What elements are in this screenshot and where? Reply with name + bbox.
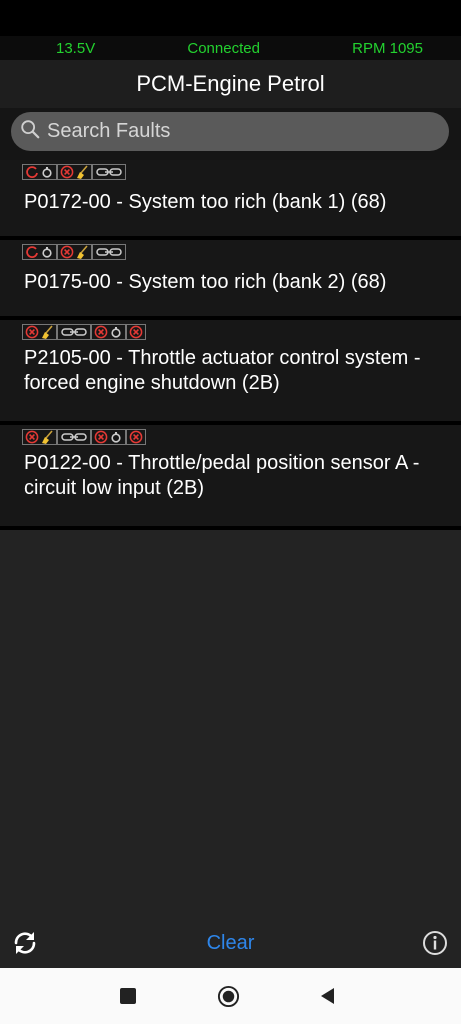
fault-item[interactable]: P2105-00 - Throttle actuator control sys…: [0, 320, 461, 425]
fault-item[interactable]: P0175-00 - System too rich (bank 2) (68): [0, 240, 461, 320]
status-icon-group: [22, 324, 57, 340]
status-icon-group: [57, 324, 91, 340]
sensor-circle-icon: [109, 430, 123, 444]
search-box[interactable]: [11, 112, 449, 151]
search-input[interactable]: [45, 119, 429, 144]
fault-status-icons: [22, 324, 146, 340]
refresh-icon: [25, 165, 39, 179]
search-bar: [0, 108, 461, 160]
chain-link-icon: [95, 245, 123, 259]
fault-status-icons: [22, 164, 126, 180]
voltage-readout: 13.5V: [56, 39, 96, 57]
error-x-icon: [94, 430, 108, 444]
fault-text: P0175-00 - System too rich (bank 2) (68): [24, 271, 387, 293]
rpm-readout: RPM 1095: [352, 39, 423, 57]
home-icon[interactable]: [217, 985, 240, 1008]
error-x-icon: [94, 325, 108, 339]
error-x-icon: [25, 325, 39, 339]
error-x-icon: [129, 430, 143, 444]
fault-text: P0172-00 - System too rich (bank 1) (68): [24, 191, 387, 213]
status-icon-group: [22, 244, 57, 260]
status-icon-group: [22, 164, 57, 180]
search-icon: [19, 118, 41, 145]
fault-status-icons: [22, 244, 126, 260]
chain-link-icon: [60, 430, 88, 444]
system-nav-bar: [0, 968, 461, 1024]
status-icon-group: [92, 164, 126, 180]
broom-icon: [40, 430, 54, 444]
fault-text: P0122-00 - Throttle/pedal position senso…: [24, 452, 420, 499]
status-icon-group: [22, 429, 57, 445]
fault-status-icons: [22, 429, 146, 445]
status-icon-group: [57, 429, 91, 445]
status-bar: 13.5V Connected RPM 1095: [0, 36, 461, 60]
error-x-icon: [25, 430, 39, 444]
error-x-icon: [129, 325, 143, 339]
connection-status: Connected: [187, 39, 260, 57]
status-icon-group: [126, 324, 146, 340]
back-icon[interactable]: [318, 986, 338, 1006]
page-title: PCM-Engine Petrol: [0, 60, 461, 108]
status-icon-group: [57, 244, 92, 260]
broom-icon: [40, 325, 54, 339]
chain-link-icon: [95, 165, 123, 179]
refresh-icon: [25, 245, 39, 259]
sensor-circle-icon: [40, 245, 54, 259]
bottom-toolbar: Clear: [0, 918, 461, 968]
square-icon[interactable]: [120, 988, 136, 1004]
status-icon-group: [126, 429, 146, 445]
status-icon-group: [92, 244, 126, 260]
fault-item[interactable]: P0122-00 - Throttle/pedal position senso…: [0, 425, 461, 530]
status-icon-group: [91, 429, 126, 445]
page-title-text: PCM-Engine Petrol: [136, 71, 325, 96]
chain-link-icon: [60, 325, 88, 339]
error-x-icon: [60, 165, 74, 179]
broom-icon: [75, 245, 89, 259]
error-x-icon: [60, 245, 74, 259]
info-icon[interactable]: [422, 930, 448, 956]
clear-button[interactable]: Clear: [0, 932, 461, 955]
fault-item[interactable]: P0172-00 - System too rich (bank 1) (68): [0, 160, 461, 240]
sensor-circle-icon: [109, 325, 123, 339]
top-black-bar: [0, 0, 461, 36]
sensor-circle-icon: [40, 165, 54, 179]
fault-list: P0172-00 - System too rich (bank 1) (68)…: [0, 160, 461, 530]
fault-text: P2105-00 - Throttle actuator control sys…: [24, 347, 421, 394]
status-icon-group: [57, 164, 92, 180]
status-icon-group: [91, 324, 126, 340]
broom-icon: [75, 165, 89, 179]
